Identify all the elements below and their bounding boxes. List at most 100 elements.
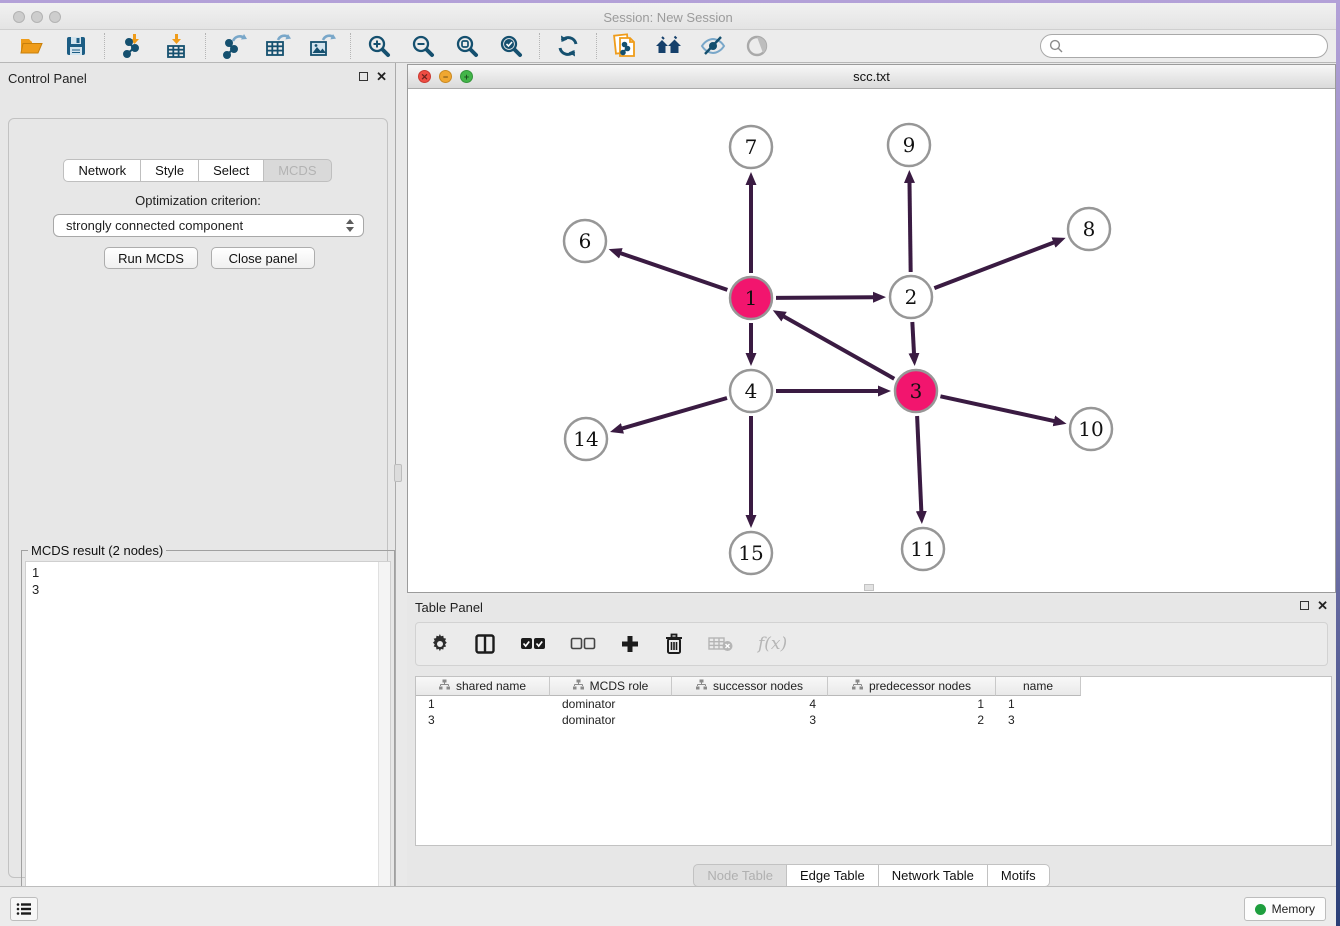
deselect-all-checkboxes-icon[interactable] <box>570 631 596 657</box>
add-column-plus-icon[interactable] <box>620 631 640 657</box>
zoom-selected-icon[interactable] <box>496 33 526 59</box>
table-cell[interactable]: 4 <box>672 696 828 712</box>
toolbar-separator <box>350 33 351 59</box>
zoom-in-icon[interactable] <box>364 33 394 59</box>
table-cell[interactable]: dominator <box>550 696 672 712</box>
graph-node-label-15: 15 <box>738 541 763 565</box>
graph-edge-3-11[interactable] <box>917 416 921 512</box>
column-header-label: name <box>1023 679 1053 693</box>
memory-label: Memory <box>1272 902 1315 916</box>
network-window-titlebar[interactable]: ✕ − + scc.txt <box>408 65 1335 89</box>
select-all-checkboxes-icon[interactable] <box>520 631 546 657</box>
column-header-predecessor-nodes[interactable]: predecessor nodes <box>828 677 996 696</box>
graph-edge-1-6[interactable] <box>620 253 727 290</box>
export-table-icon[interactable] <box>263 33 293 59</box>
control-panel-tabs: NetworkStyleSelectMCDS <box>0 159 395 182</box>
table-panel: Table Panel ✕ f(x) shared name MCDS roles… <box>407 595 1336 886</box>
table-row[interactable]: 3dominator323 <box>416 712 1331 728</box>
table-cell[interactable]: 3 <box>672 712 828 728</box>
node-table-body: 1dominator4113dominator323 <box>416 696 1331 728</box>
memory-button[interactable]: Memory <box>1244 897 1326 921</box>
graph-edge-2-8[interactable] <box>934 242 1054 288</box>
tab-style[interactable]: Style <box>141 159 199 182</box>
save-session-icon[interactable] <box>61 33 91 59</box>
table-panel-float-icon[interactable] <box>1300 601 1309 610</box>
apply-function-icon-disabled: f(x) <box>758 631 787 657</box>
graph-edge-3-1[interactable] <box>783 316 894 379</box>
tab-mcds[interactable]: MCDS <box>264 159 331 182</box>
tab-select[interactable]: Select <box>199 159 264 182</box>
mcds-result-scrollbar[interactable] <box>378 562 390 920</box>
zoom-fit-icon[interactable] <box>452 33 482 59</box>
node-table[interactable]: shared name MCDS rolesuccessor nodesprede… <box>415 676 1332 846</box>
column-tree-icon <box>439 679 450 693</box>
split-columns-icon[interactable] <box>474 631 496 657</box>
graph-edge-3-10[interactable] <box>940 396 1054 421</box>
hide-selected-eye-icon[interactable] <box>698 33 728 59</box>
table-cell[interactable]: 3 <box>996 712 1081 728</box>
table-cell[interactable]: dominator <box>550 712 672 728</box>
control-panel-close-icon[interactable]: ✕ <box>376 71 387 82</box>
table-cell[interactable]: 2 <box>828 712 996 728</box>
show-all-networks-icon[interactable] <box>654 33 684 59</box>
toolbar-separator <box>596 33 597 59</box>
zoom-out-icon[interactable] <box>408 33 438 59</box>
column-header-shared-name[interactable]: shared name <box>416 677 550 696</box>
graph-edge-1-2[interactable] <box>776 297 874 298</box>
open-file-icon[interactable] <box>17 33 47 59</box>
table-panel-title: Table Panel <box>415 600 483 615</box>
task-history-button[interactable] <box>10 897 38 921</box>
optimization-criterion-select[interactable]: strongly connected component <box>53 214 364 237</box>
clone-network-icon[interactable] <box>610 33 640 59</box>
list-icon <box>16 902 32 916</box>
import-network-icon[interactable] <box>118 33 148 59</box>
table-cell[interactable]: 3 <box>416 712 550 728</box>
network-canvas[interactable]: 1234678910111415 <box>408 89 1335 592</box>
column-header-name[interactable]: name <box>996 677 1081 696</box>
table-cell[interactable]: 1 <box>996 696 1081 712</box>
delete-column-trash-icon[interactable] <box>664 631 684 657</box>
tab-network[interactable]: Network <box>63 159 141 182</box>
table-settings-gear-icon[interactable] <box>430 631 450 657</box>
mcds-result-group: MCDS result (2 nodes) 13 <box>21 543 395 925</box>
table-cell[interactable]: 1 <box>828 696 996 712</box>
table-row[interactable]: 1dominator411 <box>416 696 1331 712</box>
search-box[interactable] <box>1040 34 1328 58</box>
graph-node-label-10: 10 <box>1078 417 1103 441</box>
column-header-label: shared name <box>456 679 526 693</box>
import-table-icon[interactable] <box>162 33 192 59</box>
graph-node-label-6: 6 <box>579 229 592 253</box>
tab-node-table[interactable]: Node Table <box>693 864 787 887</box>
graph-edge-2-9[interactable] <box>909 182 910 272</box>
column-header-successor-nodes[interactable]: successor nodes <box>672 677 828 696</box>
export-image-icon[interactable] <box>307 33 337 59</box>
graph-node-label-3: 3 <box>910 379 923 403</box>
search-icon <box>1049 39 1064 54</box>
optimization-criterion-value: strongly connected component <box>66 218 345 233</box>
column-header-MCDS-role[interactable]: MCDS role <box>550 677 672 696</box>
window-titlebar: Session: New Session <box>0 3 1336 30</box>
graph-node-label-4: 4 <box>745 379 758 403</box>
canvas-resize-handle[interactable] <box>864 584 874 591</box>
tab-motifs[interactable]: Motifs <box>988 864 1050 887</box>
run-mcds-button[interactable]: Run MCDS <box>104 247 198 269</box>
tab-network-table[interactable]: Network Table <box>879 864 988 887</box>
table-panel-close-icon[interactable]: ✕ <box>1317 600 1328 611</box>
optimization-criterion-label: Optimization criterion: <box>9 193 387 208</box>
mcds-result-items: 13 <box>32 564 384 598</box>
tab-edge-table[interactable]: Edge Table <box>787 864 879 887</box>
table-toolbar: f(x) <box>415 622 1328 666</box>
network-window-title: scc.txt <box>408 69 1335 84</box>
export-network-icon[interactable] <box>219 33 249 59</box>
control-panel-float-icon[interactable] <box>359 72 368 81</box>
close-panel-button[interactable]: Close panel <box>211 247 315 269</box>
mcds-result-list[interactable]: 13 <box>25 561 391 921</box>
graph-edge-2-3[interactable] <box>912 322 914 354</box>
search-input[interactable] <box>1064 36 1327 56</box>
graph-edge-4-14[interactable] <box>622 398 727 429</box>
table-cell[interactable]: 1 <box>416 696 550 712</box>
apply-layout-icon[interactable] <box>553 33 583 59</box>
panel-splitter-handle[interactable] <box>394 464 402 482</box>
show-eye-icon-disabled <box>742 33 772 59</box>
mcds-result-item: 3 <box>32 581 384 598</box>
